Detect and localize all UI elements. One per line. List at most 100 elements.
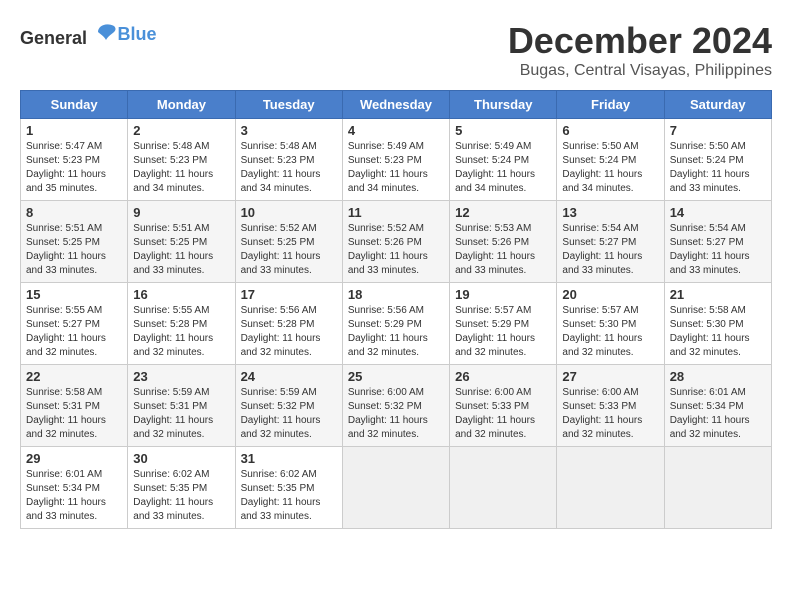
weekday-header-thursday: Thursday — [450, 91, 557, 119]
day-number: 12 — [455, 205, 551, 220]
day-number: 17 — [241, 287, 337, 302]
calendar-cell — [342, 447, 449, 529]
calendar-cell: 17 Sunrise: 5:56 AMSunset: 5:28 PMDayligh… — [235, 283, 342, 365]
day-info: Sunrise: 5:51 AMSunset: 5:25 PMDaylight:… — [133, 223, 213, 276]
calendar-cell: 21 Sunrise: 5:58 AMSunset: 5:30 PMDayligh… — [664, 283, 771, 365]
day-number: 26 — [455, 369, 551, 384]
day-info: Sunrise: 5:47 AMSunset: 5:23 PMDaylight:… — [26, 141, 106, 194]
day-info: Sunrise: 6:01 AMSunset: 5:34 PMDaylight:… — [670, 387, 750, 440]
day-info: Sunrise: 5:55 AMSunset: 5:28 PMDaylight:… — [133, 305, 213, 358]
logo-icon — [94, 20, 118, 44]
day-info: Sunrise: 6:00 AMSunset: 5:33 PMDaylight:… — [455, 387, 535, 440]
day-info: Sunrise: 5:59 AMSunset: 5:32 PMDaylight:… — [241, 387, 321, 440]
weekday-header-monday: Monday — [128, 91, 235, 119]
day-info: Sunrise: 5:50 AMSunset: 5:24 PMDaylight:… — [670, 141, 750, 194]
logo-blue: Blue — [118, 24, 157, 44]
day-info: Sunrise: 5:49 AMSunset: 5:24 PMDaylight:… — [455, 141, 535, 194]
day-number: 25 — [348, 369, 444, 384]
calendar-cell — [450, 447, 557, 529]
calendar-cell: 15 Sunrise: 5:55 AMSunset: 5:27 PMDayligh… — [21, 283, 128, 365]
day-number: 1 — [26, 123, 122, 138]
calendar-cell — [664, 447, 771, 529]
calendar-cell: 8Sunrise: 5:51 AMSunset: 5:25 PMDaylight… — [21, 201, 128, 283]
day-number: 30 — [133, 451, 229, 466]
calendar-cell: 3Sunrise: 5:48 AMSunset: 5:23 PMDaylight… — [235, 119, 342, 201]
weekday-header-sunday: Sunday — [21, 91, 128, 119]
calendar-cell: 25 Sunrise: 6:00 AMSunset: 5:32 PMDayligh… — [342, 365, 449, 447]
day-number: 3 — [241, 123, 337, 138]
calendar-cell: 31Sunrise: 6:02 AMSunset: 5:35 PMDayligh… — [235, 447, 342, 529]
day-number: 5 — [455, 123, 551, 138]
day-info: Sunrise: 5:48 AMSunset: 5:23 PMDaylight:… — [133, 141, 213, 194]
day-number: 15 — [26, 287, 122, 302]
calendar-cell: 27Sunrise: 6:00 AMSunset: 5:33 PMDayligh… — [557, 365, 664, 447]
weekday-header-saturday: Saturday — [664, 91, 771, 119]
day-info: Sunrise: 5:52 AMSunset: 5:25 PMDaylight:… — [241, 223, 321, 276]
calendar-cell: 13 Sunrise: 5:54 AMSunset: 5:27 PMDayligh… — [557, 201, 664, 283]
calendar-cell: 20 Sunrise: 5:57 AMSunset: 5:30 PMDayligh… — [557, 283, 664, 365]
day-number: 20 — [562, 287, 658, 302]
day-number: 7 — [670, 123, 766, 138]
day-number: 13 — [562, 205, 658, 220]
calendar-cell: 22Sunrise: 5:58 AMSunset: 5:31 PMDayligh… — [21, 365, 128, 447]
calendar-cell — [557, 447, 664, 529]
calendar-cell: 29Sunrise: 6:01 AMSunset: 5:34 PMDayligh… — [21, 447, 128, 529]
calendar-cell: 16 Sunrise: 5:55 AMSunset: 5:28 PMDayligh… — [128, 283, 235, 365]
day-info: Sunrise: 5:56 AMSunset: 5:29 PMDaylight:… — [348, 305, 428, 358]
day-number: 27 — [562, 369, 658, 384]
day-info: Sunrise: 5:58 AMSunset: 5:30 PMDaylight:… — [670, 305, 750, 358]
calendar-cell: 9Sunrise: 5:51 AMSunset: 5:25 PMDaylight… — [128, 201, 235, 283]
calendar-cell: 28 Sunrise: 6:01 AMSunset: 5:34 PMDayligh… — [664, 365, 771, 447]
day-number: 16 — [133, 287, 229, 302]
calendar-cell: 2 Sunrise: 5:48 AMSunset: 5:23 PMDaylight… — [128, 119, 235, 201]
day-number: 10 — [241, 205, 337, 220]
day-info: Sunrise: 5:57 AMSunset: 5:29 PMDaylight:… — [455, 305, 535, 358]
day-info: Sunrise: 5:57 AMSunset: 5:30 PMDaylight:… — [562, 305, 642, 358]
day-number: 18 — [348, 287, 444, 302]
day-number: 29 — [26, 451, 122, 466]
weekday-header-tuesday: Tuesday — [235, 91, 342, 119]
calendar-cell: 5 Sunrise: 5:49 AMSunset: 5:24 PMDaylight… — [450, 119, 557, 201]
day-number: 24 — [241, 369, 337, 384]
weekday-header-wednesday: Wednesday — [342, 91, 449, 119]
calendar-cell: 12 Sunrise: 5:53 AMSunset: 5:26 PMDayligh… — [450, 201, 557, 283]
day-info: Sunrise: 5:52 AMSunset: 5:26 PMDaylight:… — [348, 223, 428, 276]
calendar-cell: 23 Sunrise: 5:59 AMSunset: 5:31 PMDayligh… — [128, 365, 235, 447]
day-info: Sunrise: 5:54 AMSunset: 5:27 PMDaylight:… — [670, 223, 750, 276]
day-number: 31 — [241, 451, 337, 466]
calendar-cell: 4 Sunrise: 5:49 AMSunset: 5:23 PMDaylight… — [342, 119, 449, 201]
day-info: Sunrise: 6:00 AMSunset: 5:32 PMDaylight:… — [348, 387, 428, 440]
day-info: Sunrise: 5:50 AMSunset: 5:24 PMDaylight:… — [562, 141, 642, 194]
day-number: 21 — [670, 287, 766, 302]
calendar-table: SundayMondayTuesdayWednesdayThursdayFrid… — [20, 90, 772, 529]
day-info: Sunrise: 5:55 AMSunset: 5:27 PMDaylight:… — [26, 305, 106, 358]
day-number: 28 — [670, 369, 766, 384]
main-title: December 2024 — [508, 20, 772, 62]
day-info: Sunrise: 5:54 AMSunset: 5:27 PMDaylight:… — [562, 223, 642, 276]
calendar-cell: 11 Sunrise: 5:52 AMSunset: 5:26 PMDayligh… — [342, 201, 449, 283]
day-number: 23 — [133, 369, 229, 384]
calendar-cell: 19Sunrise: 5:57 AMSunset: 5:29 PMDayligh… — [450, 283, 557, 365]
weekday-header-friday: Friday — [557, 91, 664, 119]
day-info: Sunrise: 5:51 AMSunset: 5:25 PMDaylight:… — [26, 223, 106, 276]
day-info: Sunrise: 5:49 AMSunset: 5:23 PMDaylight:… — [348, 141, 428, 194]
day-info: Sunrise: 5:56 AMSunset: 5:28 PMDaylight:… — [241, 305, 321, 358]
calendar-cell: 14Sunrise: 5:54 AMSunset: 5:27 PMDayligh… — [664, 201, 771, 283]
calendar-week-5: 29Sunrise: 6:01 AMSunset: 5:34 PMDayligh… — [21, 447, 772, 529]
calendar-cell: 6Sunrise: 5:50 AMSunset: 5:24 PMDaylight… — [557, 119, 664, 201]
header: General Blue December 2024 Bugas, Centra… — [20, 20, 772, 80]
day-info: Sunrise: 6:02 AMSunset: 5:35 PMDaylight:… — [133, 469, 213, 522]
calendar-week-4: 22Sunrise: 5:58 AMSunset: 5:31 PMDayligh… — [21, 365, 772, 447]
day-info: Sunrise: 5:59 AMSunset: 5:31 PMDaylight:… — [133, 387, 213, 440]
day-number: 22 — [26, 369, 122, 384]
day-info: Sunrise: 5:53 AMSunset: 5:26 PMDaylight:… — [455, 223, 535, 276]
calendar-week-3: 15 Sunrise: 5:55 AMSunset: 5:27 PMDayligh… — [21, 283, 772, 365]
day-number: 2 — [133, 123, 229, 138]
day-number: 11 — [348, 205, 444, 220]
calendar-week-2: 8Sunrise: 5:51 AMSunset: 5:25 PMDaylight… — [21, 201, 772, 283]
calendar-cell: 30 Sunrise: 6:02 AMSunset: 5:35 PMDayligh… — [128, 447, 235, 529]
logo: General Blue — [20, 20, 157, 49]
calendar-cell: 26 Sunrise: 6:00 AMSunset: 5:33 PMDayligh… — [450, 365, 557, 447]
calendar-cell: 1 Sunrise: 5:47 AMSunset: 5:23 PMDaylight… — [21, 119, 128, 201]
day-number: 4 — [348, 123, 444, 138]
